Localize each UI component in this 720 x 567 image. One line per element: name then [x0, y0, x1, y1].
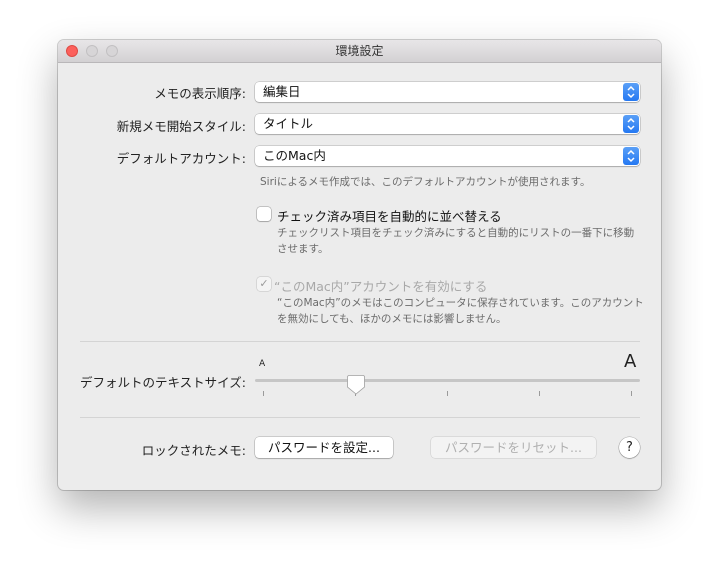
text-size-large-label: A	[624, 351, 637, 372]
slider-tick	[631, 391, 632, 396]
slider-tick	[263, 391, 264, 396]
default-account-label: デフォルトアカウント:	[116, 151, 246, 166]
new-note-style-label: 新規メモ開始スタイル:	[116, 119, 246, 134]
sort-order-value: 編集日	[263, 84, 301, 99]
slider-tick	[539, 391, 540, 396]
default-account-note: Siriによるメモ作成では、このデフォルトアカウントが使用されます。	[260, 176, 591, 188]
text-size-slider[interactable]	[255, 379, 640, 382]
new-note-style-popup[interactable]: タイトル	[255, 114, 640, 134]
preferences-window: 環境設定 メモの表示順序: 編集日 新規メモ開始スタイル: タイトル デフォルト…	[58, 40, 661, 490]
reset-password-button[interactable]: パスワードをリセット...	[431, 437, 596, 458]
sort-checked-note-line1: チェックリスト項目をチェック済みにすると自動的にリストの一番下に移動	[277, 227, 635, 239]
minimize-button[interactable]	[86, 45, 98, 57]
popup-arrows-icon	[623, 83, 639, 101]
enable-mac-account-checkbox[interactable]: ✓	[257, 277, 271, 291]
mac-account-note-line2: を無効にしても、ほかのメモには影響しません。	[277, 313, 507, 325]
slider-tick	[447, 391, 448, 396]
window-title: 環境設定	[335, 44, 384, 58]
enable-mac-account-label: “このMac内”アカウントを有効にする	[274, 279, 488, 294]
divider	[80, 341, 640, 342]
text-size-small-label: A	[259, 359, 266, 369]
popup-arrows-icon	[623, 147, 639, 165]
default-account-popup[interactable]: このMac内	[255, 146, 640, 166]
title-bar[interactable]: 環境設定	[58, 40, 661, 63]
zoom-button[interactable]	[106, 45, 118, 57]
divider	[80, 417, 640, 418]
popup-arrows-icon	[623, 115, 639, 133]
locked-notes-label: ロックされたメモ:	[141, 443, 246, 458]
help-button[interactable]: ?	[619, 437, 640, 458]
checkmark-icon: ✓	[259, 277, 269, 290]
new-note-style-value: タイトル	[263, 116, 314, 131]
sort-checked-label[interactable]: チェック済み項目を自動的に並べ替える	[277, 206, 502, 225]
sort-checked-note-line2: させます。	[277, 243, 329, 255]
mac-account-note-line1: “このMac内”のメモはこのコンピュータに保存されています。このアカウント	[277, 297, 644, 309]
default-account-value: このMac内	[263, 148, 326, 163]
text-size-label: デフォルトのテキストサイズ:	[80, 375, 246, 390]
sort-checked-checkbox[interactable]	[257, 207, 271, 221]
sort-order-popup[interactable]: 編集日	[255, 82, 640, 102]
close-button[interactable]	[66, 45, 78, 57]
text-size-slider-knob[interactable]	[347, 374, 365, 399]
set-password-button[interactable]: パスワードを設定...	[255, 437, 393, 458]
sort-order-label: メモの表示順序:	[154, 86, 246, 101]
